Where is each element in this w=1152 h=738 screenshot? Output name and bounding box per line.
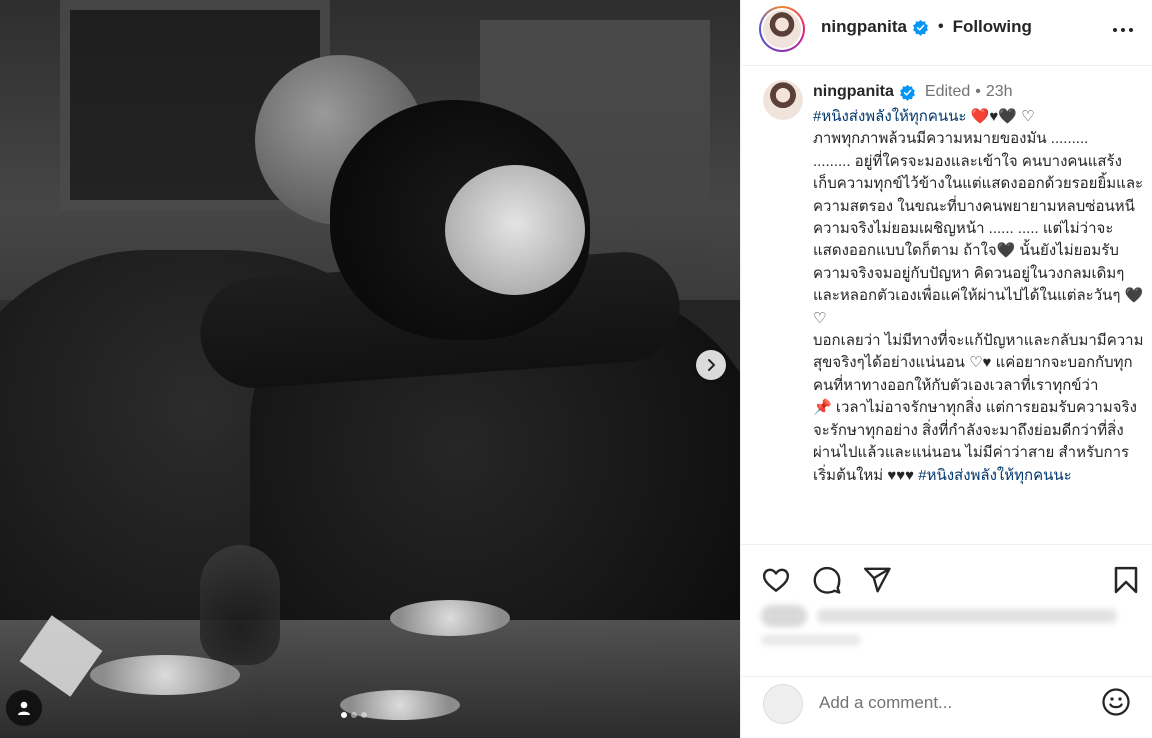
caption-hearts: ❤️♥🖤 ♡: [966, 108, 1035, 125]
photo-plate: [90, 655, 240, 695]
post-actions: [741, 544, 1152, 692]
edited-label: Edited: [924, 83, 971, 100]
photo-plate: [390, 600, 510, 636]
verified-badge-icon: [913, 19, 928, 36]
emoji-smile-icon[interactable]: [1101, 687, 1131, 717]
tagged-users-button[interactable]: [6, 690, 42, 726]
more-options-icon[interactable]: [1111, 18, 1135, 42]
caption-username[interactable]: ningpanita: [813, 83, 894, 101]
carousel-dots: [341, 712, 367, 718]
post-timestamp[interactable]: 23h: [986, 83, 1013, 101]
hashtag-link[interactable]: #หนิงส่งพลังให้ทุกคนนะ: [918, 467, 1071, 484]
post-media[interactable]: [0, 0, 740, 738]
carousel-dot: [351, 712, 357, 718]
avatar: [763, 10, 801, 48]
avatar: [763, 684, 803, 724]
carousel-dot: [361, 712, 367, 718]
carousel-next-button[interactable]: [696, 350, 726, 380]
time-separator: •: [975, 83, 981, 100]
post-side-panel: ningpanita • Following ningpanita Edited…: [740, 0, 1152, 738]
comment-input[interactable]: [819, 691, 1089, 715]
avatar: [763, 80, 803, 120]
caption-area: ningpanita Edited • 23h #หนิงส่งพลังให้ท…: [741, 66, 1152, 544]
chevron-right-icon: [708, 359, 715, 371]
likes-summary: [761, 605, 1141, 649]
caption-header: ningpanita Edited • 23h: [813, 83, 1013, 101]
caption-avatar[interactable]: [763, 80, 803, 120]
header-username[interactable]: ningpanita: [821, 17, 907, 37]
story-avatar[interactable]: [759, 6, 805, 52]
user-tag-icon: [18, 701, 30, 715]
following-button[interactable]: Following: [953, 17, 1032, 37]
carousel-dot: [341, 712, 347, 718]
paper-plane-icon[interactable]: [862, 565, 892, 595]
post-header: ningpanita • Following: [741, 0, 1152, 66]
photo-wine-glass: [200, 545, 280, 665]
hashtag-link[interactable]: #หนิงส่งพลังให้ทุกคนนะ: [813, 108, 966, 125]
header-separator: •: [937, 18, 944, 35]
verified-badge-icon: [899, 84, 915, 101]
comment-bubble-icon[interactable]: [812, 565, 842, 595]
bookmark-icon[interactable]: [1111, 565, 1141, 595]
caption-text: #หนิงส่งพลังให้ทุกคนนะ ❤️♥🖤 ♡ ภาพทุกภาพล…: [813, 106, 1145, 487]
caption-body: ภาพทุกภาพล้วนมีความหมายของมัน ......... …: [813, 130, 1144, 484]
heart-icon[interactable]: [761, 565, 791, 595]
photo-woman-face: [445, 165, 585, 295]
comment-box: [741, 676, 1152, 738]
